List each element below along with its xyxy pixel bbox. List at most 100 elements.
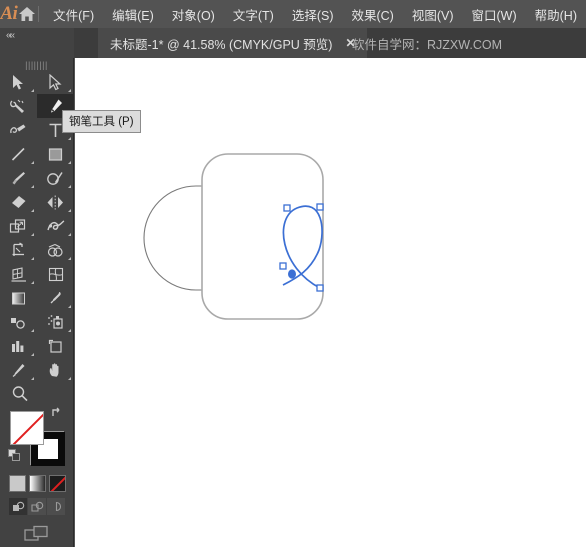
flyout-triangle-icon xyxy=(68,185,71,188)
flyout-triangle-icon xyxy=(68,377,71,380)
line-icon xyxy=(11,147,25,161)
tool-scale-tool[interactable] xyxy=(0,214,37,238)
default-colors-svg xyxy=(8,449,20,461)
grip-dots: |||||||| xyxy=(25,59,48,70)
anchor-point[interactable] xyxy=(316,203,324,211)
swap-fill-stroke-icon[interactable] xyxy=(50,406,63,422)
mug-body-shape[interactable] xyxy=(201,153,324,320)
menu-item-view[interactable]: 视图(V) xyxy=(403,0,463,28)
flyout-triangle-icon xyxy=(31,209,34,212)
direct-selection-arrow-icon xyxy=(49,73,62,90)
tool-paintbrush-tool[interactable] xyxy=(0,166,37,190)
curvature-pen-icon xyxy=(10,124,26,133)
draw-behind-button[interactable] xyxy=(28,498,46,515)
flyout-triangle-icon xyxy=(68,209,71,212)
draw-inside-button[interactable] xyxy=(47,498,65,515)
home-icon-svg xyxy=(18,7,35,21)
screen-mode-button[interactable] xyxy=(0,515,74,545)
magic-wand-icon xyxy=(10,99,24,113)
tool-magic-wand-tool[interactable] xyxy=(0,94,37,118)
none-mode-button[interactable] xyxy=(49,475,66,492)
type-T-icon xyxy=(49,123,62,137)
rectangle-icon xyxy=(48,147,63,161)
tool-line-segment-tool[interactable] xyxy=(0,142,37,166)
tool-mesh-tool[interactable] xyxy=(37,262,74,286)
scale-icon xyxy=(9,218,26,233)
tool-width-warp-tool[interactable] xyxy=(37,214,74,238)
flyout-triangle-icon xyxy=(68,329,71,332)
slice-knife-icon xyxy=(12,363,25,377)
menu-item-type[interactable]: 文字(T) xyxy=(224,0,283,28)
perspective-grid-icon xyxy=(11,266,26,282)
anchor-point[interactable] xyxy=(316,284,324,292)
tool-direct-selection-tool[interactable] xyxy=(37,70,74,94)
document-canvas[interactable] xyxy=(75,58,586,547)
paintbrush-icon xyxy=(12,171,25,184)
menu-item-select[interactable]: 选择(S) xyxy=(283,0,343,28)
flyout-triangle-icon xyxy=(31,353,34,356)
tool-eraser-tool[interactable] xyxy=(0,190,37,214)
tool-rotate-reflect-tool[interactable] xyxy=(37,190,74,214)
tool-perspective-grid-tool[interactable] xyxy=(0,262,37,286)
tool-curvature-tool[interactable] xyxy=(0,118,37,142)
gradient-icon xyxy=(12,292,25,304)
flyout-triangle-icon xyxy=(68,161,71,164)
flyout-triangle-icon xyxy=(68,257,71,260)
paint-mode-row xyxy=(0,473,74,492)
artboard-icon xyxy=(48,339,62,353)
tool-column-graph-tool[interactable] xyxy=(0,334,37,358)
tool-hand-tool[interactable] xyxy=(37,358,74,382)
anchor-point[interactable] xyxy=(279,262,287,270)
symbol-sprayer-icon xyxy=(48,314,63,329)
ai-logo: Ai xyxy=(0,3,18,24)
tool-slice-tool[interactable] xyxy=(0,358,37,382)
drawing-modes-row xyxy=(0,492,74,515)
tool-eyedropper-tool[interactable] xyxy=(37,286,74,310)
shape-builder-icon xyxy=(47,243,63,257)
flyout-triangle-icon xyxy=(68,305,71,308)
menu-item-help[interactable]: 帮助(H) xyxy=(526,0,586,28)
tool-symbol-sprayer-tool[interactable] xyxy=(37,310,74,334)
anchor-point[interactable] xyxy=(283,204,291,212)
tool-shape-builder-tool[interactable] xyxy=(37,238,74,262)
tool-gradient-tool[interactable] xyxy=(0,286,37,310)
tool-blend-tool[interactable] xyxy=(0,310,37,334)
menu-item-window[interactable]: 窗口(W) xyxy=(463,0,526,28)
fill-stroke-swatches xyxy=(0,403,74,473)
default-fill-stroke-icon[interactable] xyxy=(8,449,21,462)
flyout-triangle-icon xyxy=(31,233,34,236)
flyout-triangle-icon xyxy=(68,89,71,92)
chevron-double-left-icon: «« xyxy=(6,30,15,41)
gradient-mode-button[interactable] xyxy=(29,475,46,492)
color-controls xyxy=(0,403,74,545)
tool-rectangle-tool[interactable] xyxy=(37,142,74,166)
tool-artboard-tool[interactable] xyxy=(37,334,74,358)
flyout-triangle-icon xyxy=(68,233,71,236)
document-tab-label: 未标题-1* @ 41.58% (CMYK/GPU 预览) xyxy=(110,37,333,52)
document-tab[interactable]: 未标题-1* @ 41.58% (CMYK/GPU 预览) ✕ xyxy=(98,28,367,58)
panel-collapse-button[interactable]: «« xyxy=(0,28,74,58)
screen-mode-icon xyxy=(24,525,48,541)
menu-item-file[interactable]: 文件(F) xyxy=(44,0,103,28)
none-slash-icon xyxy=(11,412,43,444)
flyout-triangle-icon xyxy=(31,329,34,332)
fill-swatch[interactable] xyxy=(10,411,44,445)
draw-behind-icon xyxy=(30,501,43,512)
tool-shaper-tool[interactable] xyxy=(37,166,74,190)
menu-bar: Ai 文件(F) 编辑(E) 对象(O) 文字(T) 选择(S) 效果(C) 视… xyxy=(0,0,586,28)
menu-item-effect[interactable]: 效果(C) xyxy=(342,0,402,28)
tool-free-transform-tool[interactable] xyxy=(0,238,37,262)
selected-anchor-point[interactable] xyxy=(288,269,296,279)
tools-panel-grip[interactable]: |||||||| xyxy=(0,58,73,70)
draw-normal-button[interactable] xyxy=(9,498,27,515)
flyout-triangle-icon xyxy=(31,281,34,284)
menu-item-object[interactable]: 对象(O) xyxy=(163,0,224,28)
home-icon[interactable] xyxy=(18,0,36,28)
menu-item-edit[interactable]: 编辑(E) xyxy=(103,0,163,28)
warp-icon xyxy=(46,219,64,230)
free-transform-icon xyxy=(12,241,24,256)
blend-icon xyxy=(11,317,25,329)
color-mode-button[interactable] xyxy=(9,475,26,492)
selection-arrow-icon xyxy=(13,74,23,89)
tool-selection-tool[interactable] xyxy=(0,70,37,94)
